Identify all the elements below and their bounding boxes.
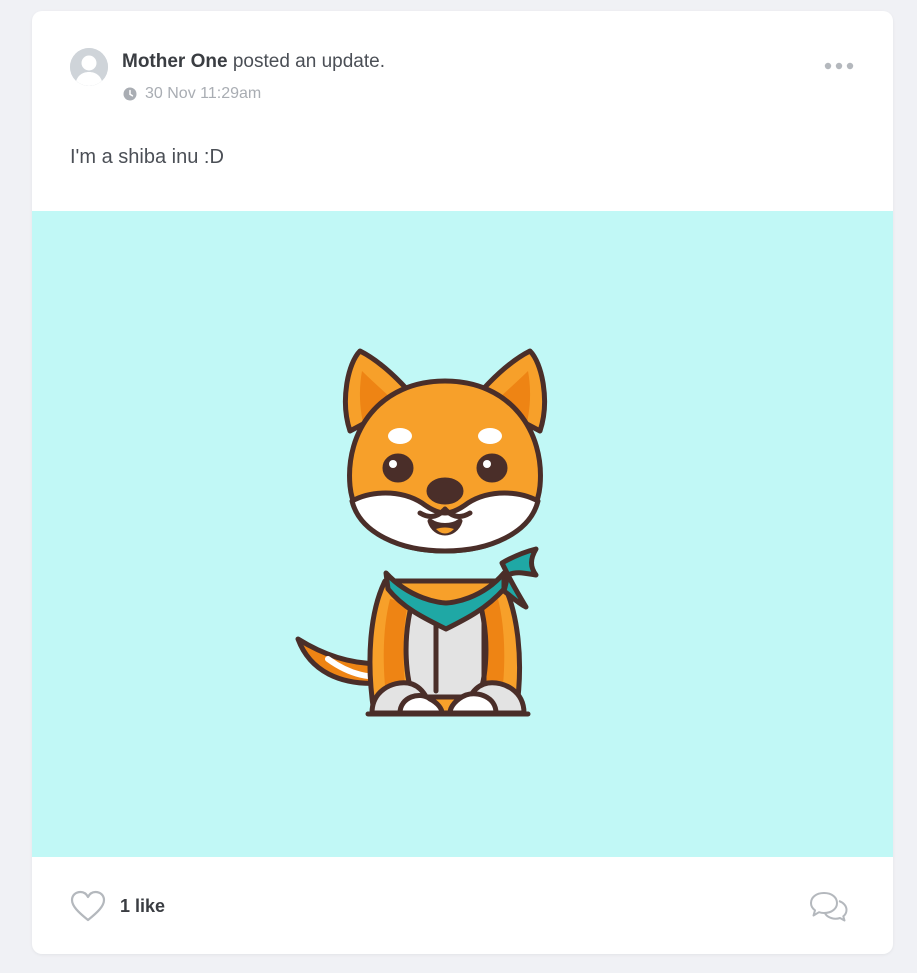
default-avatar-icon	[70, 48, 108, 86]
post-action-text: posted an update.	[232, 51, 385, 72]
post-meta: Mother One posted an update.	[122, 51, 385, 73]
activity-post-card: Mother One posted an update. 30 Nov 11:2…	[32, 11, 893, 954]
post-timestamp[interactable]: 30 Nov 11:29am	[145, 85, 261, 103]
post-image[interactable]	[32, 211, 893, 857]
post-footer: 1 like	[32, 857, 893, 954]
post-timestamp-row: 30 Nov 11:29am	[123, 85, 261, 103]
shiba-inu-illustration	[295, 348, 548, 717]
heart-icon	[70, 890, 106, 922]
comment-button[interactable]	[808, 890, 850, 922]
more-options-button[interactable]	[821, 56, 857, 76]
ellipsis-icon	[824, 62, 854, 70]
author-link[interactable]: Mother One	[122, 51, 228, 72]
post-content-text: I'm a shiba inu :D	[70, 146, 224, 168]
clock-icon	[123, 87, 137, 101]
comment-bubbles-icon	[810, 892, 848, 922]
post-header: Mother One posted an update. 30 Nov 11:2…	[32, 11, 893, 121]
like-button[interactable]: 1 like	[70, 890, 165, 922]
avatar[interactable]	[70, 48, 108, 86]
like-count[interactable]: 1 like	[120, 896, 165, 917]
